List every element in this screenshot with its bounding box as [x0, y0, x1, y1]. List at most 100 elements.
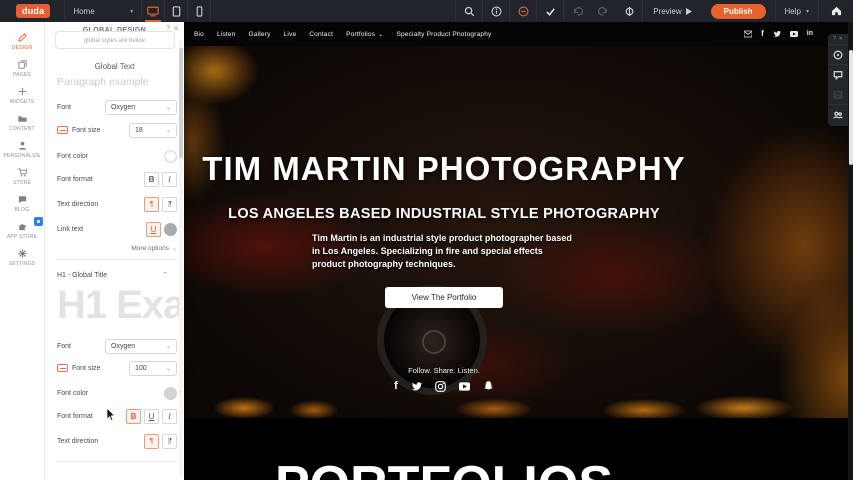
sidebar-item-design[interactable]: DESIGN	[0, 28, 44, 55]
nav-item-live[interactable]: Live	[284, 31, 297, 38]
h1-font-color-swatch[interactable]	[164, 387, 177, 400]
hero-title: TIM MARTIN PHOTOGRAPHY	[184, 150, 704, 188]
font-select[interactable]: Oxygen ⌄	[105, 100, 177, 115]
sidebar-item-store[interactable]: STORE	[0, 163, 44, 190]
rtl-button[interactable]: ¶	[162, 197, 177, 212]
ltr-button[interactable]: ¶	[144, 197, 159, 212]
dev-mode-button[interactable]	[616, 0, 642, 22]
site-scrollbar[interactable]	[848, 22, 853, 480]
saved-check-button[interactable]	[537, 0, 563, 22]
font-color-swatch[interactable]	[164, 150, 177, 163]
sidebar-item-app-store[interactable]: APP STORE	[0, 217, 44, 244]
panel-notice: global styles are below.	[55, 31, 175, 49]
nav-item-listen[interactable]: Listen	[217, 31, 236, 38]
sidebar-item-personalize[interactable]: PERSONALIZE	[0, 136, 44, 163]
italic-button[interactable]: I	[162, 172, 177, 187]
youtube-icon[interactable]	[790, 30, 798, 38]
desktop-icon	[147, 6, 159, 17]
facebook-icon[interactable]: f	[761, 30, 764, 38]
feedback-icon	[518, 6, 529, 17]
tablet-view-button[interactable]	[165, 0, 188, 22]
undo-icon	[572, 6, 583, 16]
paragraph-rtl-icon: ¶	[168, 201, 172, 208]
instagram-icon[interactable]	[435, 381, 446, 392]
speech-bubble-icon	[17, 194, 28, 205]
text-direction-label: Text direction	[57, 201, 98, 208]
linkedin-icon[interactable]: in	[807, 30, 813, 38]
h1-font-value: Oxygen	[111, 343, 135, 350]
hero-paragraph: Tim Martin is an industrial style produc…	[312, 232, 576, 271]
link-underline-button[interactable]: U	[146, 222, 161, 237]
image-icon	[833, 90, 843, 100]
view-portfolio-button[interactable]: View The Portfolio	[385, 287, 504, 308]
collapse-icon[interactable]: ⌃	[162, 271, 168, 279]
media-tool-button[interactable]	[828, 84, 848, 104]
play-icon	[686, 8, 692, 15]
twitter-icon[interactable]	[773, 30, 781, 38]
more-options-link[interactable]: More options ⌄	[131, 245, 177, 252]
preview-button[interactable]: Preview	[643, 0, 701, 22]
h1-font-select[interactable]: Oxygen ⌄	[105, 339, 177, 354]
nav-item-label: Portfolios	[346, 31, 375, 38]
camera-tool-button[interactable]	[828, 44, 848, 64]
sidebar-item-pages[interactable]: PAGES	[0, 55, 44, 82]
sidebar-item-blog[interactable]: BLOG	[0, 190, 44, 217]
h1-ltr-button[interactable]: ¶	[144, 434, 159, 449]
team-tool-button[interactable]	[828, 104, 848, 124]
h1-rtl-button[interactable]: ¶	[162, 434, 177, 449]
h1-italic-button[interactable]: I	[162, 409, 177, 424]
redo-button[interactable]	[590, 0, 616, 22]
cart-icon	[17, 167, 28, 178]
toolbar-help-icon[interactable]: ?	[833, 36, 836, 42]
twitter-icon[interactable]	[411, 381, 422, 392]
portfolios-heading: PORTFOLIOS	[184, 455, 704, 480]
facebook-icon[interactable]: f	[394, 381, 398, 392]
comments-tool-button[interactable]	[828, 64, 848, 84]
right-toolbar: ? ✕	[828, 34, 848, 126]
sidebar-item-settings[interactable]: SETTINGS	[0, 244, 44, 271]
undo-button[interactable]	[564, 0, 590, 22]
panel-scrollbar[interactable]	[179, 40, 183, 476]
font-size-select[interactable]: 18 ⌄	[129, 123, 177, 138]
bold-button[interactable]: B	[144, 172, 159, 187]
sidebar-item-content[interactable]: CONTENT	[0, 109, 44, 136]
youtube-icon[interactable]	[459, 381, 470, 392]
person-icon	[17, 140, 28, 151]
mobile-icon	[196, 6, 203, 17]
toolbar-close-icon[interactable]: ✕	[839, 36, 843, 42]
snapchat-icon[interactable]	[483, 381, 494, 392]
nav-item-bio[interactable]: Bio	[194, 31, 204, 38]
link-color-swatch[interactable]	[164, 223, 177, 236]
paragraph-ltr-icon: ¶	[150, 201, 154, 208]
nav-item-contact[interactable]: Contact	[309, 31, 333, 38]
nav-item-portfolios[interactable]: Portfolios ⌄	[346, 31, 383, 38]
email-icon[interactable]	[744, 30, 752, 38]
people-icon	[833, 110, 843, 120]
panel-divider	[55, 461, 177, 462]
sidebar-item-label: STORE	[13, 180, 31, 186]
hero-section: TIM MARTIN PHOTOGRAPHY LOS ANGELES BASED…	[184, 46, 853, 418]
tablet-icon	[172, 6, 181, 17]
help-menu[interactable]: Help ▾	[775, 0, 819, 22]
duda-logo: duda	[16, 4, 50, 18]
search-button[interactable]	[456, 0, 482, 22]
info-button[interactable]	[483, 0, 509, 22]
page-selector[interactable]: Home ▾	[64, 0, 142, 22]
feedback-button[interactable]	[510, 0, 536, 22]
sidebar-item-label: PAGES	[13, 72, 31, 78]
sidebar-item-widgets[interactable]: WIDGETS	[0, 82, 44, 109]
h1-font-size-select[interactable]: 100 ⌄	[129, 361, 177, 376]
nav-item-specialty[interactable]: Specialty Product Photography	[396, 31, 491, 38]
link-text-label: Link text	[57, 226, 83, 233]
mobile-view-button[interactable]	[188, 0, 211, 22]
chevron-down-icon: ▾	[130, 8, 133, 15]
nav-item-gallery[interactable]: Gallery	[249, 31, 271, 38]
folder-icon	[17, 113, 28, 124]
desktop-view-button[interactable]	[142, 0, 165, 22]
dashboard-home-button[interactable]	[819, 0, 853, 22]
h1-underline-button[interactable]: U	[144, 409, 159, 424]
publish-button[interactable]: Publish	[711, 4, 766, 19]
hero-subtitle: LOS ANGELES BASED INDUSTRIAL STYLE PHOTO…	[184, 206, 704, 222]
paragraph-ltr-icon: ¶	[150, 438, 154, 445]
h1-bold-button[interactable]: B	[126, 409, 141, 424]
